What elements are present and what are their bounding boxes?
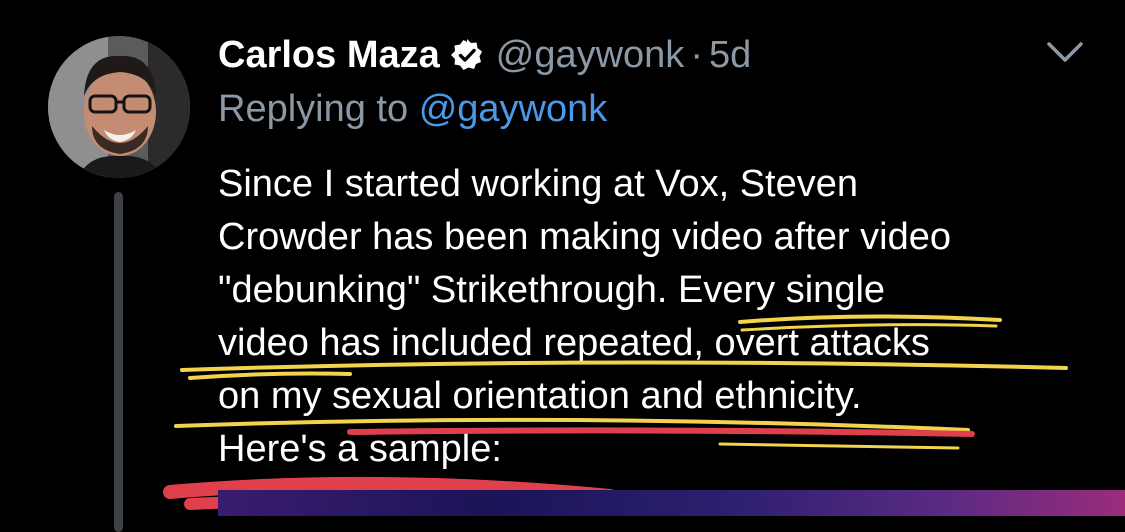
- avatar[interactable]: [48, 36, 190, 178]
- replying-to-label: Replying to: [218, 88, 409, 130]
- replying-to: Replying to @gaywonk: [218, 88, 607, 131]
- tweet-text-line: Crowder has been making video after vide…: [218, 216, 951, 258]
- tweet-text-line: Since I started working at Vox, Steven: [218, 163, 859, 205]
- chevron-down-icon[interactable]: [1046, 38, 1084, 66]
- tweet-text-line: "debunking" Strikethrough. Every single: [218, 269, 886, 311]
- thread-connector-line: [114, 192, 123, 532]
- handle[interactable]: @gaywonk: [496, 34, 685, 77]
- tweet-text-line: on my sexual orientation and ethnicity.: [218, 375, 862, 417]
- replying-to-handle-link[interactable]: @gaywonk: [419, 88, 608, 130]
- tweet-text-line: video has included repeated, overt attac…: [218, 322, 930, 364]
- verified-badge-icon: [450, 38, 484, 72]
- tweet-header: Carlos Maza @gaywonk · 5d: [218, 30, 751, 80]
- separator-dot: ·: [690, 33, 703, 76]
- display-name[interactable]: Carlos Maza: [218, 34, 440, 77]
- attached-video-preview[interactable]: [218, 490, 1125, 516]
- tweet-body: Since I started working at Vox, Steven C…: [218, 158, 1078, 476]
- avatar-photo: [48, 36, 190, 178]
- tweet-text-line: Here's a sample:: [218, 428, 502, 470]
- timestamp[interactable]: 5d: [709, 34, 751, 77]
